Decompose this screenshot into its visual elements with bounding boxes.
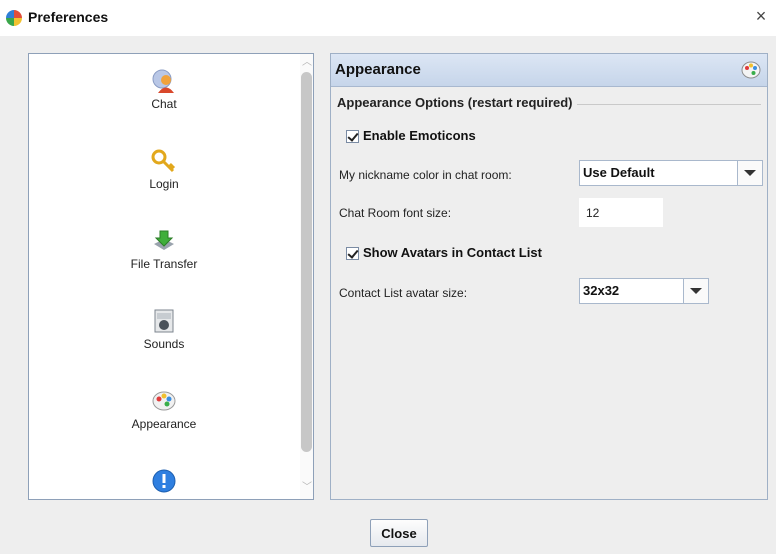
category-list-scrollbar[interactable]: ︿ ﹀: [300, 54, 313, 499]
chevron-down-icon[interactable]: [683, 279, 708, 303]
title-bar: Preferences ×: [0, 0, 776, 36]
speaker-icon: [154, 309, 174, 333]
download-arrow-icon: [154, 230, 174, 250]
window-title: Preferences: [28, 9, 109, 25]
sidebar-item-login[interactable]: Login: [29, 148, 299, 191]
avatar-size-value: 32x32: [583, 283, 620, 298]
scroll-up-icon[interactable]: ︿: [300, 56, 313, 70]
nickname-color-value: Use Default: [583, 165, 655, 180]
nickname-color-label: My nickname color in chat room:: [339, 168, 512, 182]
sidebar-item-label: Login: [149, 177, 179, 191]
sidebar-item-label: Chat: [151, 97, 177, 111]
palette-icon: [741, 61, 761, 79]
close-button[interactable]: Close: [370, 519, 428, 547]
panel-header: Appearance: [331, 54, 767, 87]
sidebar-item-file-transfer[interactable]: File Transfer: [29, 228, 299, 271]
info-exclamation-icon: [152, 469, 176, 493]
window-close-button[interactable]: ×: [750, 5, 772, 27]
enable-emoticons-checkbox[interactable]: [346, 130, 359, 143]
sidebar-item-label: File Transfer: [130, 257, 198, 271]
chat-user-icon: [152, 69, 174, 93]
sidebar-item-appearance[interactable]: Appearance: [29, 388, 299, 431]
font-size-label: Chat Room font size:: [339, 206, 452, 220]
key-icon: [151, 149, 176, 173]
sidebar-item-label: Sounds: [143, 337, 185, 351]
font-size-input[interactable]: [579, 198, 663, 227]
app-logo-icon: [6, 10, 22, 26]
scroll-thumb[interactable]: [301, 72, 312, 452]
avatar-size-label: Contact List avatar size:: [339, 286, 468, 300]
group-title: Appearance Options (restart required): [337, 95, 577, 110]
category-list: Chat Login File Transfer Sounds Appearan…: [28, 53, 314, 500]
show-avatars-checkbox[interactable]: [346, 247, 359, 260]
sidebar-item-chat[interactable]: Chat: [29, 68, 299, 111]
show-avatars-label[interactable]: Show Avatars in Contact List: [363, 245, 542, 260]
nickname-color-select[interactable]: Use Default: [579, 160, 763, 186]
panel-title: Appearance: [335, 61, 421, 78]
sidebar-item-label: Appearance: [131, 417, 197, 431]
enable-emoticons-label[interactable]: Enable Emoticons: [363, 128, 476, 143]
palette-icon: [152, 391, 176, 411]
scroll-down-icon[interactable]: ﹀: [300, 481, 313, 495]
sidebar-item-sounds[interactable]: Sounds: [29, 308, 299, 351]
appearance-panel: Appearance Appearance Options (restart r…: [330, 53, 768, 500]
chevron-down-icon[interactable]: [737, 161, 762, 185]
avatar-size-select[interactable]: 32x32: [579, 278, 709, 304]
sidebar-item-info[interactable]: [29, 468, 299, 494]
